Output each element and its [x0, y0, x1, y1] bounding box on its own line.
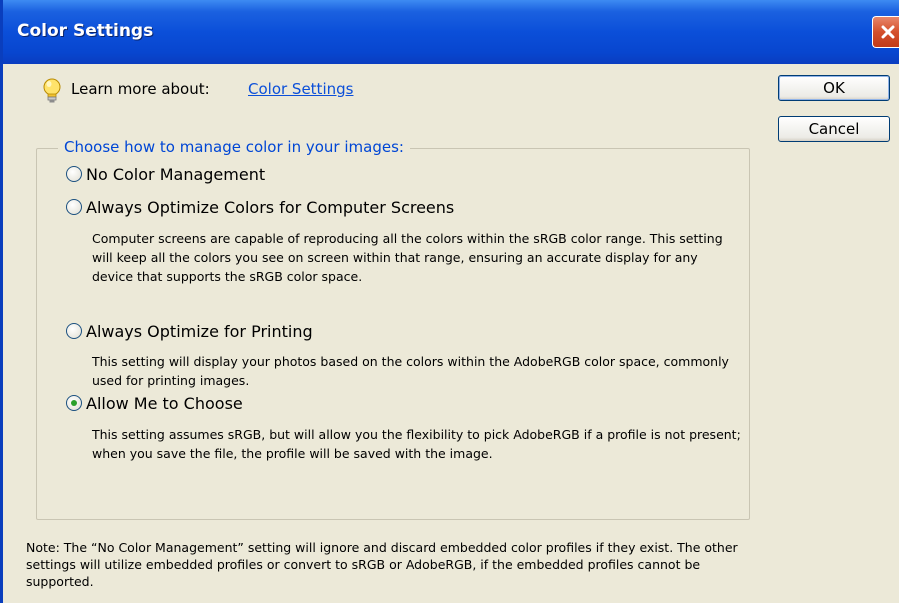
- group-legend: Choose how to manage color in your image…: [58, 138, 410, 156]
- ok-button[interactable]: OK: [778, 75, 890, 101]
- radio-allow-choose[interactable]: [66, 395, 82, 411]
- option-label: No Color Management: [86, 165, 266, 184]
- radio-optimize-printing[interactable]: [66, 323, 82, 339]
- window-title: Color Settings: [17, 21, 154, 41]
- title-bar: Color Settings: [3, 0, 899, 64]
- option-description: Computer screens are capable of reproduc…: [92, 231, 723, 284]
- dialog-body: Learn more about: Color Settings OK Canc…: [3, 64, 899, 603]
- color-settings-link[interactable]: Color Settings: [248, 80, 353, 98]
- option-label: Always Optimize for Printing: [86, 322, 313, 341]
- learn-more-label: Learn more about:: [71, 80, 210, 98]
- option-description: This setting will display your photos ba…: [92, 354, 729, 388]
- option-description: This setting assumes sRGB, but will allo…: [92, 427, 741, 461]
- radio-optimize-screens[interactable]: [66, 199, 82, 215]
- radio-no-color-management[interactable]: [66, 166, 82, 182]
- option-label: Always Optimize Colors for Computer Scre…: [86, 198, 455, 217]
- close-button[interactable]: [872, 16, 899, 48]
- cancel-button[interactable]: Cancel: [778, 116, 890, 142]
- color-management-group: Choose how to manage color in your image…: [36, 138, 750, 520]
- note-text: Note: The “No Color Management” setting …: [26, 540, 738, 589]
- lightbulb-icon: [43, 78, 61, 103]
- option-label: Allow Me to Choose: [86, 394, 243, 413]
- close-icon: [881, 25, 894, 39]
- color-settings-dialog: Color Settings Learn more about: Color S…: [0, 0, 899, 603]
